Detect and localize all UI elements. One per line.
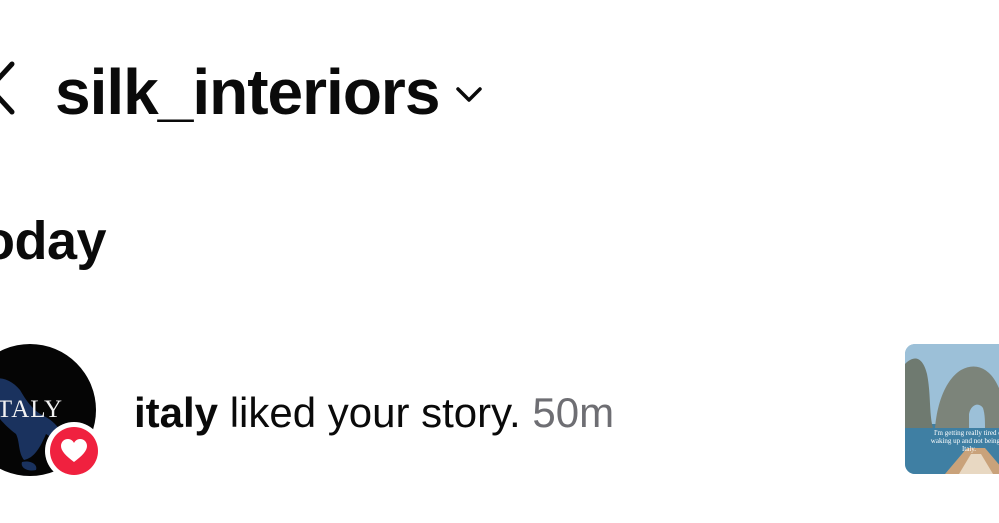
notification-time: 50m <box>520 389 615 436</box>
notifications-screen: silk_interiors oday TALY italy liked you… <box>0 0 999 523</box>
story-caption: I'm getting really tired of waking up an… <box>930 429 999 453</box>
notification-action: liked your story. <box>218 389 521 436</box>
section-heading-today: oday <box>0 211 107 271</box>
chevron-left-icon[interactable] <box>0 60 18 116</box>
story-thumbnail[interactable]: I'm getting really tired of waking up an… <box>905 344 999 474</box>
avatar-text: TALY <box>0 396 64 423</box>
heart-icon <box>61 439 87 462</box>
like-badge <box>45 422 103 480</box>
notification-row[interactable]: TALY italy liked your story. 50m I'm get… <box>0 336 999 486</box>
account-switcher[interactable]: silk_interiors <box>55 52 483 132</box>
notification-text: italy liked your story. 50m <box>134 388 614 438</box>
chevron-down-icon <box>456 87 483 102</box>
story-image <box>905 344 999 474</box>
notification-username[interactable]: italy <box>134 389 218 436</box>
account-username: silk_interiors <box>55 56 440 128</box>
